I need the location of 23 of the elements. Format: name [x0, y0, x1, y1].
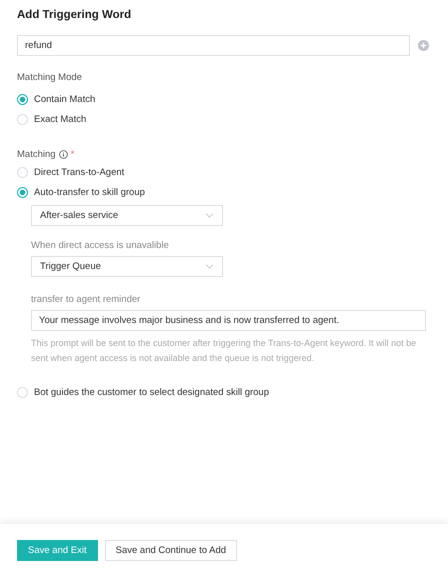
- required-mark: *: [70, 149, 74, 160]
- fallback-select[interactable]: Trigger Queue: [31, 256, 223, 277]
- field-label: Matching: [17, 149, 56, 160]
- option-label: Auto-transfer to skill group: [34, 186, 145, 198]
- trigger-word-field[interactable]: refund: [17, 35, 410, 56]
- info-icon[interactable]: [58, 150, 68, 159]
- skill-group-select[interactable]: After-sales service: [31, 205, 223, 226]
- field-label: transfer to agent reminder: [31, 294, 142, 305]
- chevron-down-icon: [205, 213, 214, 218]
- chevron-down-icon: [205, 264, 214, 269]
- option-label: Bot guides the customer to select designated skill group: [34, 386, 269, 398]
- option-label: Contain Match: [34, 94, 96, 104]
- hint-text: This prompt will be sent to the customer after triggering the Trans-to-Agent keyword. It will not be sent when agent access is not available and the queue is not triggered.: [31, 337, 418, 365]
- option-label: Direct Trans-to-Agent: [34, 166, 124, 178]
- field-label: When direct access is unavalible: [31, 240, 170, 251]
- option-label: Exact Match: [34, 114, 86, 124]
- reminder-field[interactable]: Your message involves major business and is now transferred to agent.: [31, 310, 426, 331]
- radio-button[interactable]: [17, 186, 28, 198]
- field-label: Matching Mode: [17, 72, 83, 83]
- save-continue-button[interactable]: Save and Continue to Add: [104, 540, 238, 560]
- add-icon[interactable]: [418, 40, 429, 51]
- radio-button[interactable]: [17, 94, 28, 104]
- dialog-title: Add Triggering Word: [17, 9, 132, 21]
